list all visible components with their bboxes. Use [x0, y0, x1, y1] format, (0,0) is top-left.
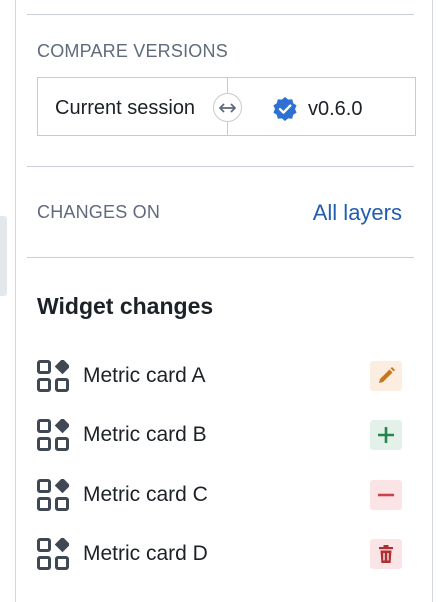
widget-name: Metric card B: [83, 423, 207, 446]
widget-grid-icon: [37, 479, 69, 511]
widget-change-row[interactable]: Metric card B: [37, 419, 402, 451]
divider: [27, 14, 414, 15]
deleted-tag: [370, 539, 402, 569]
compare-versions-label: COMPARE VERSIONS: [37, 41, 228, 61]
widget-changes-heading: Widget changes: [37, 293, 214, 319]
target-version-option[interactable]: v0.6.0: [272, 96, 362, 122]
widget-name: Metric card C: [83, 483, 208, 506]
edited-tag: [370, 361, 402, 391]
panel-resize-handle[interactable]: [0, 216, 7, 296]
widget-name: Metric card A: [83, 364, 206, 387]
current-session-label: Current session: [55, 97, 196, 119]
plus-icon: [378, 427, 394, 443]
added-tag: [370, 420, 402, 450]
divider: [27, 166, 414, 167]
widget-change-row[interactable]: Metric card C: [37, 479, 402, 511]
widget-change-row[interactable]: Metric card A: [37, 360, 402, 392]
removed-tag: [370, 480, 402, 510]
pencil-icon: [379, 367, 395, 383]
widget-change-row[interactable]: Metric card D: [37, 538, 402, 570]
trash-icon: [379, 545, 393, 563]
version-compare-selector: Current session v0.6.0: [37, 77, 416, 136]
layer-filter-link[interactable]: All layers: [313, 200, 402, 226]
divider: [27, 257, 414, 258]
minus-icon: [378, 493, 394, 497]
verified-badge-icon: [273, 97, 297, 121]
widget-grid-icon: [37, 419, 69, 451]
swap-versions-button[interactable]: [213, 93, 242, 122]
widget-name: Metric card D: [83, 542, 208, 565]
widget-grid-icon: [37, 538, 69, 570]
current-session-option[interactable]: Current session: [38, 78, 228, 135]
changes-on-label: CHANGES ON: [37, 202, 161, 222]
version-compare-panel: COMPARE VERSIONS Current session v0.6.0 …: [15, 0, 433, 602]
swap-horizontal-icon: [219, 102, 236, 113]
widget-grid-icon: [37, 360, 69, 392]
target-version-label: v0.6.0: [308, 97, 363, 120]
